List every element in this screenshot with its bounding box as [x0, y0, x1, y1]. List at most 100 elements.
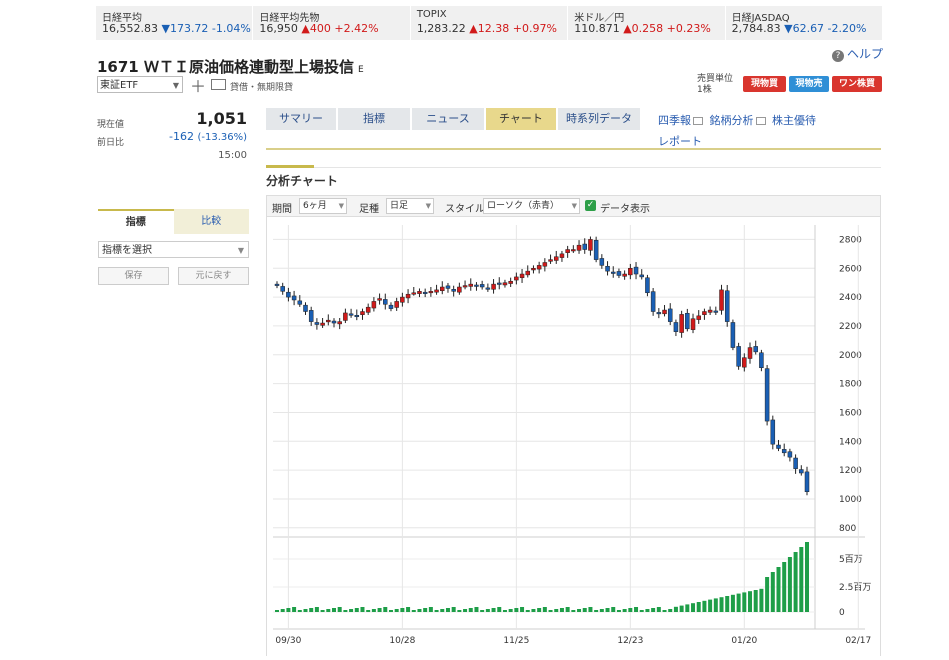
volume-bar [366, 610, 371, 612]
chart-area[interactable]: 2800 2600 2400 2200 2000 1800 1600 1400 1200 1000… [266, 217, 881, 656]
candle-body [742, 357, 747, 368]
candle-body [365, 306, 371, 313]
volume-bar [736, 593, 741, 612]
candle-body [719, 289, 724, 311]
style-select[interactable]: ローソク（赤青） ▼ [483, 198, 580, 214]
market-select-value: 東証ETF [100, 80, 139, 91]
ticker-nikkei-futures[interactable]: 日経平均先物 16,950 ▲400 +2.42% [253, 6, 411, 40]
cash-sell-button[interactable]: 現物売 [789, 76, 829, 92]
volume-bar [787, 557, 792, 612]
candle-body [599, 258, 605, 266]
candlestick-chart[interactable]: 2800260024002200200018001600140012001000… [267, 217, 880, 656]
candle-body [286, 291, 291, 298]
tab-timeseries[interactable]: 時系列データ [558, 108, 640, 130]
cash-buy-button[interactable]: 現物買 [743, 76, 786, 92]
candle-body [667, 308, 673, 322]
volume-bar [394, 609, 399, 612]
indicator-select[interactable]: 指標を選択 ▼ [98, 241, 249, 258]
volume-bar [730, 594, 735, 612]
volume-axis-label: 2.5百万 [839, 582, 871, 593]
indicator-select-value: 指標を選択 [102, 245, 152, 256]
help-link[interactable]: ? ヘルプ [832, 45, 883, 62]
candle-body [297, 300, 303, 305]
tab-indicator[interactable]: 指標 [98, 209, 174, 234]
candle-body [713, 310, 719, 313]
candle-body [320, 322, 325, 326]
candle-body [690, 318, 696, 330]
candle-type-select[interactable]: 日足 ▼ [386, 198, 434, 214]
market-select[interactable]: 東証ETF ▼ [97, 76, 183, 93]
candle-body [280, 286, 285, 292]
volume-bar [286, 608, 291, 612]
ticker-change: ▼173.72 -1.04% [161, 22, 251, 35]
candle-body [303, 304, 308, 312]
candle-body [514, 276, 519, 281]
tab-summary[interactable]: サマリー [266, 108, 336, 130]
style-value: ローソク（赤青） [487, 201, 560, 211]
link-report[interactable]: レポート [658, 135, 702, 148]
volume-bar [628, 608, 633, 612]
mail-icon[interactable] [211, 79, 226, 90]
candle-body [440, 286, 445, 291]
candle-body [502, 282, 508, 286]
volume-bar [309, 608, 314, 612]
ticker-usdjpy[interactable]: 米ドル／円 110.871 ▲0.258 +0.23% [568, 6, 726, 40]
ticker-jasdaq[interactable]: 日経JASDAQ 2,784.83 ▼62.67 -2.20% [726, 6, 882, 40]
candle-body [411, 292, 417, 295]
candle-body [645, 277, 650, 294]
link-shikiho[interactable]: 四季報 [658, 114, 691, 127]
volume-bar [782, 562, 787, 612]
checkbox-icon[interactable]: ✓ [585, 200, 596, 211]
one-share-buy-button[interactable]: ワン株買 [832, 76, 882, 92]
candle-body [388, 304, 394, 309]
candle-body [348, 313, 354, 316]
volume-bar [326, 609, 331, 612]
candle-body [468, 283, 474, 287]
change-percent: (-13.36%) [197, 132, 247, 143]
candle-body [308, 310, 314, 322]
volume-bar [685, 604, 690, 612]
quote-box: 現在値 1,051 前日比 -162 (-13.36%) 15:00 [97, 109, 249, 166]
candle-body [531, 268, 536, 271]
ticker-topix[interactable]: TOPIX 1,283.22 ▲12.38 +0.97% [411, 6, 569, 40]
link-analysis[interactable]: 銘柄分析 [710, 114, 754, 127]
candle-body [371, 301, 377, 309]
tab-news[interactable]: ニュース [412, 108, 484, 130]
add-portfolio-icon[interactable]: ＋ [190, 73, 206, 97]
candle-body [553, 256, 559, 261]
volume-bar [525, 610, 530, 612]
candle-body [776, 444, 781, 449]
trade-unit-value: 1株 [697, 85, 712, 95]
save-button[interactable]: 保存 [98, 267, 169, 285]
tab-chart[interactable]: チャート [486, 108, 556, 130]
candle-body [434, 289, 439, 293]
candle-body [787, 451, 793, 458]
tab-indicators[interactable]: 指標 [338, 108, 410, 130]
volume-bar [565, 607, 570, 612]
ticker-value: 1,283.22 [416, 22, 466, 35]
volume-bar [554, 609, 559, 612]
volume-bar [622, 609, 627, 612]
period-select[interactable]: 6ヶ月 ▼ [299, 198, 347, 214]
reset-button[interactable]: 元に戻す [178, 267, 249, 285]
volume-bar [799, 547, 804, 612]
candle-body [479, 284, 485, 288]
volume-bar [474, 607, 479, 612]
volume-bar [297, 610, 302, 612]
chevron-down-icon: ▼ [571, 202, 577, 210]
candle-body [753, 346, 758, 353]
volume-bar [337, 607, 342, 612]
candle-body [491, 283, 496, 290]
volume-bar [691, 603, 696, 612]
candle-body [633, 266, 639, 275]
volume-bar [485, 609, 490, 612]
tab-compare[interactable]: 比較 [173, 209, 249, 234]
change-value: -162 [168, 130, 194, 143]
volume-bar [275, 610, 279, 612]
candle-body [559, 253, 565, 258]
link-benefits[interactable]: 株主優待 [772, 114, 816, 127]
ticker-nikkei[interactable]: 日経平均 16,552.83 ▼173.72 -1.04% [96, 6, 254, 40]
candle-body [656, 312, 662, 315]
help-icon: ? [832, 50, 844, 62]
candle-body [793, 457, 798, 469]
